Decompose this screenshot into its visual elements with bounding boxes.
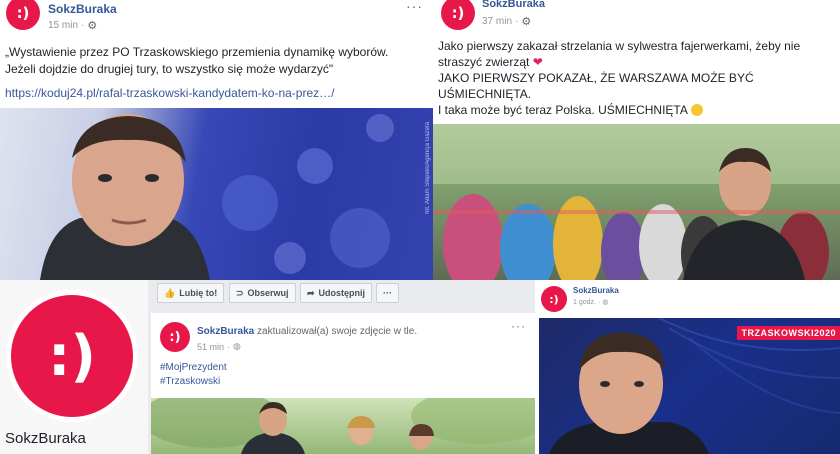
separator: · <box>227 341 231 352</box>
post-options-icon[interactable]: ··· <box>406 0 423 14</box>
post-text-line: UŚMIECHNIĘTA. <box>438 87 532 101</box>
smile-emoji-icon <box>690 104 703 116</box>
post-meta: 37 min · ⚙ <box>482 15 531 28</box>
globe-icon: ◍ <box>233 341 241 351</box>
post-text-line: „Wystawienie przez PO Trzaskowskiego prz… <box>5 45 389 59</box>
crowd-illustration <box>433 124 840 280</box>
post-photo[interactable] <box>433 124 840 280</box>
campaign-photo[interactable]: TRZASKOWSKI2020 <box>539 318 840 454</box>
follow-button[interactable]: ⊃ Obserwuj <box>229 283 296 303</box>
like-page-button[interactable]: 👍 Lubię to! <box>157 283 225 303</box>
share-arrow-icon: ➦ <box>307 287 315 298</box>
thumbs-up-icon: 👍 <box>164 287 176 298</box>
post-text-line: JAKO PIERWSZY POKAZAŁ, ŻE WARSZAWA MOŻE … <box>438 71 754 85</box>
post-text-line: straszyć zwierząt ❤ <box>438 54 543 70</box>
page-profile-card: :) SokzBuraka <box>0 280 148 454</box>
separator: · <box>597 298 601 306</box>
post-meta: 51 min · ◍ <box>197 341 241 352</box>
post-author[interactable]: SokzBuraka <box>48 2 117 16</box>
post-card-4: :) SokzBuraka 1 godz. · ◍ TRZASKOWSKI202… <box>535 280 840 454</box>
post-author[interactable]: SokzBuraka <box>573 286 619 295</box>
post-time[interactable]: 37 min <box>482 16 512 27</box>
more-options-button[interactable]: ··· <box>376 283 399 303</box>
photo-credit: fot. Adam Stepień/Agencja Gazeta <box>425 122 431 214</box>
page-avatar[interactable]: :) <box>441 0 475 30</box>
post-card-3: :) SokzBuraka zaktualizował(a) swoje zdj… <box>151 313 535 454</box>
page-avatar[interactable]: :) <box>6 0 40 30</box>
page-profile-picture[interactable]: :) <box>6 290 138 422</box>
hashtag-link[interactable]: #MojPrezydent <box>160 361 227 374</box>
share-label: Udostępnij <box>318 288 366 298</box>
post-options-icon[interactable]: ··· <box>511 319 526 333</box>
post-header-line: SokzBuraka zaktualizował(a) swoje zdjęci… <box>197 326 417 337</box>
post-meta: 15 min · ⚙ <box>48 19 97 32</box>
follow-label: Obserwuj <box>247 288 289 298</box>
share-button[interactable]: ➦ Udostępnij <box>300 283 373 303</box>
globe-icon: ◍ <box>602 299 609 306</box>
like-label: Lubię to! <box>179 288 218 298</box>
post-text-line: Jeżeli dojdzie do drugiej tury, to wszys… <box>5 62 334 76</box>
page-avatar[interactable]: :) <box>160 322 190 352</box>
post-text-line: I taka może być teraz Polska. UŚMIECHNIĘ… <box>438 102 703 118</box>
post-text: I taka może być teraz Polska. UŚMIECHNIĘ… <box>438 103 688 117</box>
heart-icon: ❤ <box>532 55 543 69</box>
group-illustration <box>151 398 535 454</box>
campaign-banner: TRZASKOWSKI2020 <box>737 326 840 340</box>
post-link[interactable]: https://koduj24.pl/rafal-trzaskowski-kan… <box>5 85 334 101</box>
post-time[interactable]: 15 min <box>48 20 78 31</box>
post-text-line: Jako pierwszy zakazał strzelania w sylwe… <box>438 39 801 53</box>
gear-icon[interactable]: ⚙ <box>521 15 531 28</box>
post-card-1: :) SokzBuraka 15 min · ⚙ ··· „Wystawieni… <box>0 0 433 280</box>
post-photo[interactable]: fot. Adam Stepień/Agencja Gazeta <box>0 108 433 280</box>
portrait-illustration <box>40 114 394 280</box>
page-avatar[interactable]: :) <box>541 286 567 312</box>
rss-icon: ⊃ <box>236 287 244 298</box>
post-action-text: zaktualizował(a) swoje zdjęcie w tle. <box>257 326 418 337</box>
page-name[interactable]: SokzBuraka <box>5 430 86 447</box>
post-author[interactable]: SokzBuraka <box>482 0 545 10</box>
post-card-2: :) SokzBuraka 37 min · ⚙ Jako pierwszy z… <box>433 0 840 280</box>
post-author[interactable]: SokzBuraka <box>197 326 254 337</box>
separator: · <box>81 20 85 31</box>
post-meta: 1 godz. · ◍ <box>573 298 609 307</box>
hashtag-link[interactable]: #Trzaskowski <box>160 375 220 388</box>
post-time[interactable]: 51 min <box>197 342 224 352</box>
cover-photo[interactable] <box>151 398 535 454</box>
post-time[interactable]: 1 godz. <box>573 299 596 306</box>
post-text: straszyć zwierząt <box>438 55 530 69</box>
gear-icon[interactable]: ⚙ <box>87 19 97 32</box>
separator: · <box>515 16 519 27</box>
